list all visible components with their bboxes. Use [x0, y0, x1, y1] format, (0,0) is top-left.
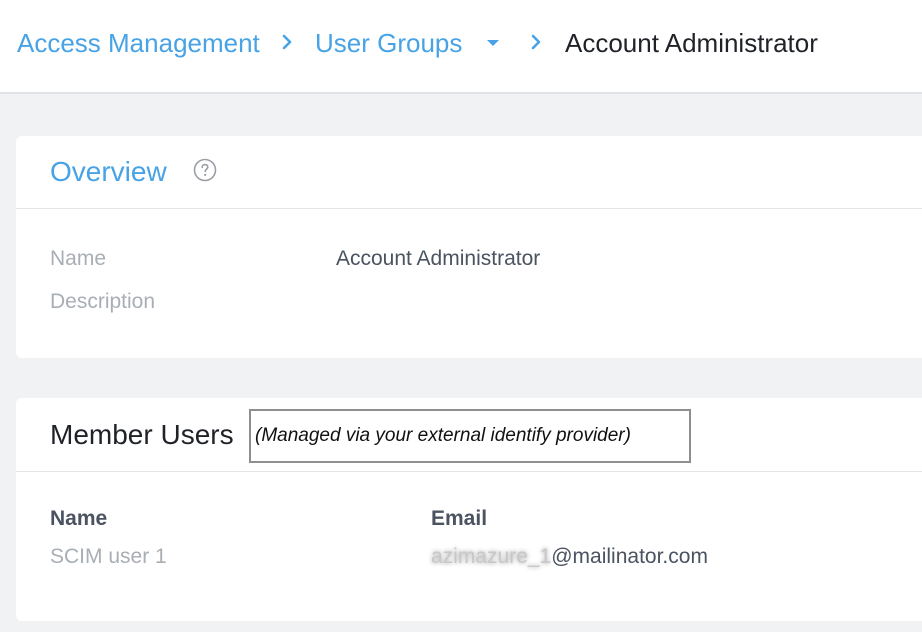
- chevron-right-icon: [531, 34, 541, 50]
- member-users-header: Member Users (Managed via your external …: [16, 398, 922, 472]
- name-value: Account Administrator: [336, 247, 541, 270]
- help-circle-icon[interactable]: [193, 158, 217, 182]
- page-header: Access Management User Groups Account Ad…: [0, 0, 922, 94]
- breadcrumb-access-management[interactable]: Access Management: [17, 26, 260, 60]
- member-name: SCIM user 1: [50, 545, 167, 568]
- breadcrumb-user-groups[interactable]: User Groups: [315, 26, 462, 60]
- managed-note: (Managed via your external identify prov…: [249, 409, 691, 463]
- email-domain: @mailinator.com: [551, 545, 708, 568]
- column-header-email: Email: [431, 507, 488, 530]
- member-email: azimazure_1@mailinator.com: [431, 544, 708, 570]
- overview-title: Overview: [50, 156, 167, 187]
- member-users-title: Member Users: [50, 419, 234, 450]
- overview-card: Overview Name Account Administrator Desc…: [16, 136, 922, 358]
- column-header-name: Name: [50, 507, 108, 530]
- breadcrumb-current: Account Administrator: [565, 28, 818, 58]
- overview-header: Overview: [16, 136, 922, 209]
- name-label: Name: [50, 247, 107, 270]
- redacted-email-user: azimazure_1: [431, 545, 552, 568]
- description-label: Description: [50, 290, 156, 313]
- chevron-right-icon: [282, 34, 292, 50]
- caret-down-icon[interactable]: [487, 40, 499, 46]
- member-users-card: Member Users (Managed via your external …: [16, 398, 922, 621]
